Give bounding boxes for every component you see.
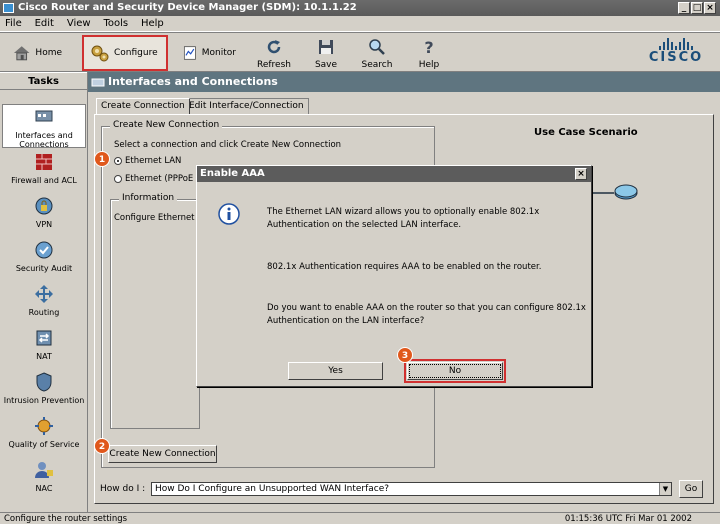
- no-button[interactable]: No: [407, 362, 503, 380]
- task-routing[interactable]: Routing: [2, 282, 86, 326]
- menu-file[interactable]: File: [0, 16, 27, 31]
- status-bar: Configure the router settings 01:15:36 U…: [0, 512, 720, 524]
- help-icon: ?: [424, 38, 433, 57]
- floppy-icon: [319, 40, 333, 54]
- information-group: Information: [110, 193, 200, 429]
- toolbar: Home Configure Monitor Refresh Save Sear…: [0, 32, 720, 72]
- home-icon: [13, 46, 30, 61]
- window-title: Cisco Router and Security Device Manager…: [18, 2, 357, 13]
- enable-aaa-dialog: Enable AAA × The Ethernet LAN wizard all…: [196, 165, 592, 387]
- refresh-button[interactable]: Refresh: [256, 35, 292, 71]
- monitor-button[interactable]: Monitor: [176, 35, 242, 71]
- interfaces-header-icon: [91, 78, 105, 87]
- task-interfaces[interactable]: Interfaces and Connections: [2, 104, 86, 149]
- nac-icon: [35, 462, 53, 478]
- home-button[interactable]: Home: [6, 35, 68, 71]
- monitor-icon: [183, 46, 196, 60]
- dialog-message-2: 802.1x Authentication requires AAA to be…: [267, 262, 542, 272]
- interfaces-icon: [35, 110, 53, 122]
- refresh-icon: [267, 40, 281, 54]
- yes-button[interactable]: Yes: [288, 362, 383, 380]
- gears-icon: [91, 45, 109, 62]
- tasks-sidebar: Tasks Interfaces and Connections Firewal…: [0, 72, 88, 512]
- radio-pppoe-label: Ethernet (PPPoE or: [125, 174, 205, 184]
- nat-icon: [36, 330, 52, 346]
- panel-header: Interfaces and Connections: [88, 72, 720, 92]
- search-icon: [369, 39, 385, 55]
- dialog-title: Enable AAA: [197, 166, 591, 182]
- radio-ethernet-lan[interactable]: [114, 157, 122, 165]
- menu-tools[interactable]: Tools: [98, 16, 133, 31]
- step-badge-2: 2: [94, 438, 110, 454]
- task-intrusion-prevention[interactable]: Intrusion Prevention: [2, 370, 86, 414]
- step-badge-1: 1: [94, 151, 110, 167]
- routing-icon: [35, 285, 53, 303]
- dialog-message-1: The Ethernet LAN wizard allows you to op…: [267, 207, 540, 230]
- go-button[interactable]: Go: [679, 480, 703, 498]
- tasks-header: Tasks: [0, 72, 87, 90]
- firewall-icon: [36, 154, 52, 170]
- radio-pppoe[interactable]: [114, 175, 122, 183]
- window-titlebar: Cisco Router and Security Device Manager…: [0, 0, 720, 16]
- menu-help[interactable]: Help: [136, 16, 169, 31]
- dialog-message-3: Do you want to enable AAA on the router …: [267, 303, 586, 326]
- info-icon: [218, 203, 240, 225]
- status-clock: 01:15:36 UTC Fri Mar 01 2002: [564, 514, 692, 524]
- task-vpn[interactable]: VPN: [2, 194, 86, 238]
- task-nat[interactable]: NAT: [2, 326, 86, 370]
- task-firewall[interactable]: Firewall and ACL: [2, 150, 86, 194]
- vpn-icon: [35, 197, 53, 215]
- close-button[interactable]: ×: [704, 2, 716, 14]
- cisco-logo: CISCO: [646, 38, 706, 68]
- instruction-text: Select a connection and click Create New…: [114, 140, 342, 150]
- how-do-i-select[interactable]: How Do I Configure an Unsupported WAN In…: [151, 482, 672, 496]
- tab-create-connection[interactable]: Create Connection: [96, 98, 190, 114]
- radio-ethernet-lan-label: Ethernet LAN: [125, 156, 182, 166]
- save-button[interactable]: Save: [310, 35, 342, 71]
- security-audit-icon: [35, 241, 53, 259]
- tab-edit-interface[interactable]: Edit Interface/Connection: [184, 98, 309, 114]
- router-diagram-icon: [590, 184, 638, 200]
- step-badge-3: 3: [397, 347, 413, 363]
- menu-view[interactable]: View: [62, 16, 96, 31]
- shield-icon: [36, 372, 52, 392]
- search-button[interactable]: Search: [360, 35, 394, 71]
- information-label: Information: [119, 193, 178, 203]
- menu-bar: File Edit View Tools Help: [0, 16, 720, 32]
- use-case-title: Use Case Scenario: [534, 127, 638, 138]
- app-icon: [3, 3, 14, 13]
- menu-edit[interactable]: Edit: [30, 16, 59, 31]
- how-do-i-label: How do I :: [100, 484, 146, 494]
- chevron-down-icon[interactable]: ▼: [659, 483, 671, 495]
- create-new-connection-button[interactable]: Create New Connection: [108, 445, 217, 463]
- group-label: Create New Connection: [110, 120, 223, 130]
- task-nac[interactable]: NAC: [2, 458, 86, 502]
- task-security-audit[interactable]: Security Audit: [2, 238, 86, 282]
- qos-icon: [35, 417, 53, 435]
- dialog-close-button[interactable]: ×: [575, 168, 587, 180]
- svg-text:?: ?: [424, 38, 433, 57]
- minimize-button[interactable]: _: [678, 2, 690, 14]
- configure-button[interactable]: Configure: [82, 35, 168, 71]
- task-qos[interactable]: Quality of Service: [2, 414, 86, 458]
- information-text: Configure Ethernet LA: [114, 213, 208, 223]
- status-text: Configure the router settings: [4, 514, 128, 524]
- help-button[interactable]: ? Help: [414, 35, 444, 71]
- maximize-button[interactable]: □: [691, 2, 703, 14]
